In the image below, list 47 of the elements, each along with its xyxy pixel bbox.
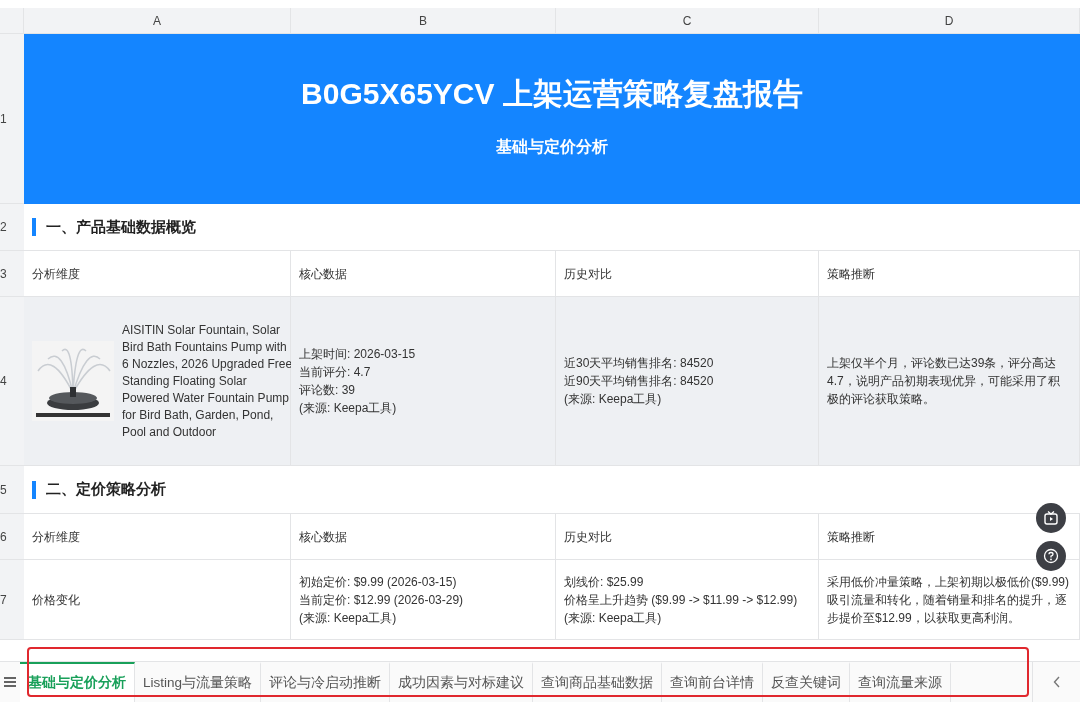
column-header[interactable]: B: [291, 8, 556, 34]
row-header[interactable]: 1: [0, 34, 24, 204]
row-header[interactable]: 2: [0, 204, 24, 251]
column-header[interactable]: C: [556, 8, 819, 34]
row-header[interactable]: 6: [0, 514, 24, 560]
cell-text: (来源: Keepa工具): [299, 400, 398, 417]
report-subtitle: 基础与定价分析: [496, 137, 608, 157]
section-heading: 二、定价策略分析: [46, 480, 166, 499]
cell-text: 上架仅半个月，评论数已达39条，评分高达4.7，说明产品初期表现优异，可能采用了积极的评论获取策略。: [827, 355, 1061, 408]
sheet-tab[interactable]: 反查关键词: [763, 662, 851, 702]
cell-text: (来源: Keepa工具): [564, 391, 663, 408]
cell-text: (来源: Keepa工具): [299, 609, 398, 627]
accent-bar: [32, 480, 36, 499]
column-header[interactable]: D: [819, 8, 1080, 34]
cell-text: 近30天平均销售排名: 84520: [564, 355, 714, 372]
row-header[interactable]: 4: [0, 297, 24, 466]
sheet-tab[interactable]: 评论与冷启动推断: [261, 662, 391, 702]
column-header[interactable]: A: [24, 8, 291, 34]
row-header[interactable]: 7: [0, 560, 24, 640]
cell-text: 当前定价: $12.99 (2026-03-29): [299, 591, 464, 609]
sheet-tab[interactable]: 查询商品基础数据: [533, 662, 663, 702]
sheet-tab[interactable]: 查询流量来源: [850, 662, 952, 702]
sheet-tab[interactable]: 查询前台详情: [662, 662, 764, 702]
cell-text: 价格变化: [32, 591, 80, 609]
cell-text: 上架时间: 2026-03-15: [299, 346, 416, 363]
cell-text: 近90天平均销售排名: 84520: [564, 373, 714, 390]
cell-text: 当前评分: 4.7: [299, 364, 372, 381]
accent-bar: [32, 218, 36, 236]
cell-text: 评论数: 39: [299, 382, 356, 399]
row-header[interactable]: 3: [0, 251, 24, 297]
cell-text: 采用低价冲量策略，上架初期以极低价($9.99)吸引流量和转化，随着销量和排名的提升，逐步提价至$12.99，以获取更高利润。: [827, 573, 1071, 627]
sheet-tab[interactable]: 成功因素与对标建议: [390, 662, 534, 702]
section-heading: 一、产品基础数据概览: [46, 217, 196, 237]
cell-text: 价格呈上升趋势 ($9.99 -> $11.99 -> $12.99): [564, 591, 798, 609]
tv-icon[interactable]: [1036, 503, 1066, 533]
cell-text: 初始定价: $9.99 (2026-03-15): [299, 573, 458, 591]
cell-text: (来源: Keepa工具): [564, 609, 663, 627]
report-title: B0G5X65YCV 上架运营策略复盘报告: [301, 76, 803, 112]
header-cell: 分析维度: [24, 514, 291, 560]
product-title: AISITIN Solar Fountain, Solar Bird Bath Fountains Pump with 6 Nozzles, 2026 Upgraded Free Standing Floating Solar Powered Water Fountain Pump for Bird Bath, Garden, Pond, Pool and Outdoor: [122, 321, 294, 441]
header-cell: 核心数据: [291, 514, 556, 560]
cell-text: 划线价: $25.99: [564, 573, 645, 591]
sheet-tab[interactable]: Listing与流量策略: [135, 662, 262, 702]
help-icon[interactable]: [1036, 541, 1066, 571]
row-header[interactable]: 5: [0, 466, 24, 514]
header-cell: 历史对比: [556, 514, 819, 560]
menu-icon[interactable]: [4, 677, 16, 687]
